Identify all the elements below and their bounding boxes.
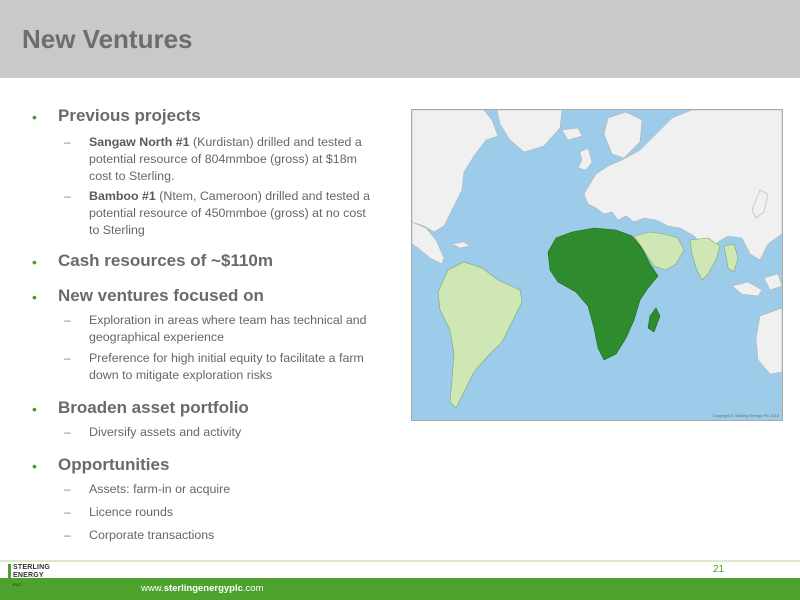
dash-icon: –	[64, 505, 71, 519]
bullet-icon: •	[32, 401, 37, 417]
bullet-icon: •	[32, 254, 37, 270]
sub-item: Assets: farm-in or acquire	[89, 482, 231, 496]
dash-icon: –	[64, 351, 71, 365]
footer-bar	[0, 578, 800, 600]
page-title: New Ventures	[22, 24, 193, 54]
url-prefix: www.	[141, 583, 164, 594]
sub-item-bold: Bamboo #1	[89, 189, 156, 203]
website-link[interactable]: www.sterlingenergyplc.com	[141, 583, 264, 594]
logo-text-line3: PLC	[13, 582, 21, 587]
logo-mark	[8, 564, 11, 592]
world-map-graphic	[412, 110, 782, 420]
page-number: 21	[713, 564, 725, 575]
logo-text-line1: STERLING	[13, 564, 50, 571]
map-copyright: Copyright © Sterling Energy Plc 2010	[712, 413, 779, 418]
bullet-icon: •	[32, 289, 37, 305]
world-map: Copyright © Sterling Energy Plc 2010	[411, 109, 783, 421]
footer-divider	[0, 560, 800, 562]
sub-item: Licence rounds	[89, 505, 174, 519]
section-heading: Previous projects	[58, 106, 201, 125]
sub-item: Preference for high initial equity to fa…	[89, 351, 364, 382]
dash-icon: –	[64, 135, 71, 149]
bullet-icon: •	[32, 458, 37, 474]
dash-icon: –	[64, 189, 71, 203]
sub-item: Diversify assets and activity	[89, 425, 242, 439]
url-suffix: .com	[242, 583, 264, 594]
header-bar: New Ventures	[0, 0, 800, 78]
sub-item: Corporate transactions	[89, 528, 215, 542]
section-heading: New ventures focused on	[58, 286, 264, 305]
sub-item: Exploration in areas where team has tech…	[89, 313, 367, 344]
sub-item: Sangaw North #1 (Kurdistan) drilled and …	[89, 134, 371, 185]
section-heading: Broaden asset portfolio	[58, 398, 249, 417]
dash-icon: –	[64, 425, 71, 439]
bullet-icon: •	[32, 109, 37, 125]
logo-text-line2: ENERGY	[13, 572, 44, 579]
dash-icon: –	[64, 482, 71, 496]
dash-icon: –	[64, 313, 71, 327]
section-heading: Opportunities	[58, 455, 170, 474]
company-logo: STERLING ENERGY PLC	[8, 562, 108, 596]
url-domain: sterlingenergyplc	[163, 583, 243, 594]
section-heading: Cash resources of ~$110m	[58, 251, 273, 270]
sub-item-bold: Sangaw North #1	[89, 135, 190, 149]
dash-icon: –	[64, 528, 71, 542]
sub-item: Bamboo #1 (Ntem, Cameroon) drilled and t…	[89, 188, 371, 239]
